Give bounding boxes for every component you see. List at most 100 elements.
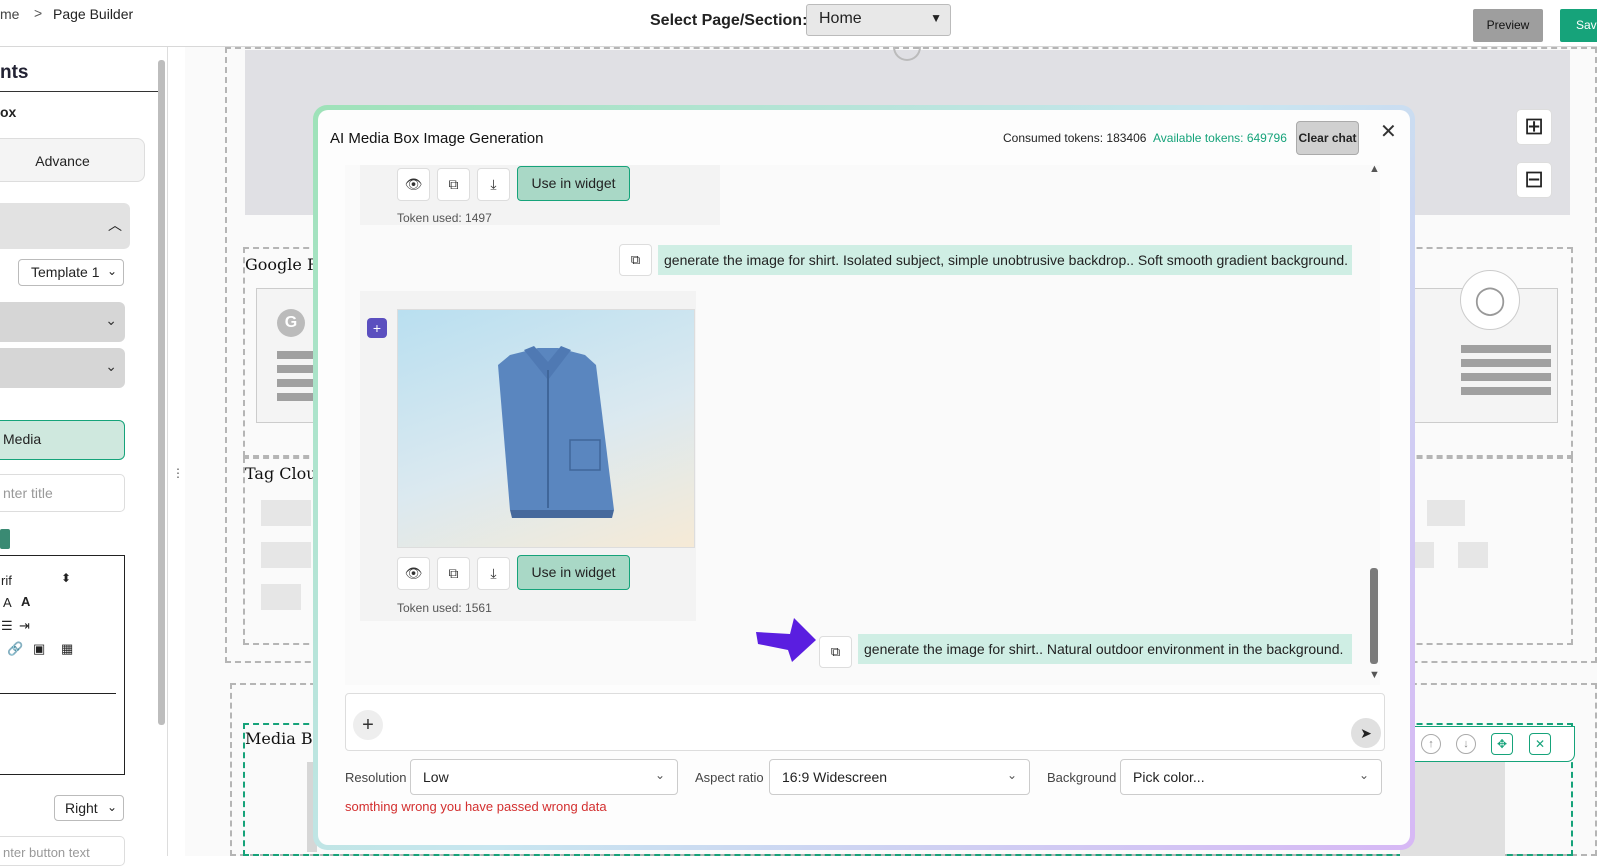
review-line — [1461, 345, 1551, 353]
highlight-icon[interactable]: A — [21, 594, 30, 609]
token-used-label: Token used: 1497 — [397, 211, 492, 225]
title-input[interactable]: nter title — [0, 474, 125, 512]
chevron-down-icon: ▼ — [930, 11, 942, 25]
font-select[interactable]: rif — [1, 573, 12, 588]
image-icon[interactable]: ▣ — [33, 641, 45, 657]
copy-message-button[interactable]: ⧉ — [819, 636, 852, 668]
download-icon[interactable]: ⤓ — [477, 557, 510, 590]
aspect-ratio-label: Aspect ratio — [695, 770, 764, 785]
list-icon[interactable]: ☰ — [1, 618, 13, 634]
panel-title: nts — [0, 62, 29, 83]
button-text-input[interactable]: nter button text — [0, 836, 125, 866]
resolution-select[interactable]: Low ⌄ — [410, 759, 678, 795]
left-panel-scrollbar[interactable] — [158, 60, 165, 725]
tag-placeholder — [1458, 542, 1488, 568]
panel-title-divider — [0, 91, 158, 92]
advance-tab[interactable]: Advance — [0, 138, 145, 182]
chat-scrollbar[interactable] — [1370, 568, 1378, 664]
copy-message-button[interactable]: ⧉ — [619, 244, 652, 276]
save-button[interactable]: Save — [1560, 9, 1597, 42]
breadcrumb-home[interactable]: me — [0, 6, 19, 22]
breadcrumb-page-builder: Page Builder — [53, 6, 134, 22]
review-line — [1461, 387, 1551, 395]
review-line — [1461, 373, 1551, 381]
blue-shirt-image — [498, 346, 614, 518]
chevron-down-icon: ⌄ — [1358, 768, 1369, 782]
chevron-down-icon: ⌄ — [106, 800, 117, 814]
select-page-label: Select Page/Section: — [650, 12, 808, 29]
aspect-ratio-value: 16:9 Widescreen — [782, 769, 888, 785]
available-tokens: Available tokens: 649796 — [1153, 131, 1287, 145]
review-line — [1461, 359, 1551, 367]
updown-icon[interactable]: ⬍ — [61, 571, 71, 585]
chevron-down-icon: ⌄ — [105, 312, 117, 328]
media-tab[interactable]: Media — [0, 420, 125, 460]
generated-image[interactable] — [397, 309, 695, 548]
background-label: Background — [1047, 770, 1117, 785]
send-icon[interactable]: ➤ — [1351, 718, 1381, 748]
chevron-up-icon: ︿ — [108, 217, 122, 233]
error-message: somthing wrong you have passed wrong dat… — [345, 799, 607, 814]
use-in-widget-button[interactable]: Use in widget — [517, 166, 630, 201]
ai-sparkle-icon: + — [367, 318, 387, 338]
copy-icon[interactable]: ⧉ — [437, 168, 470, 201]
resolution-value: Low — [423, 769, 449, 785]
tag-placeholder — [1427, 500, 1465, 526]
move-down-icon[interactable]: ↓ — [1456, 734, 1476, 754]
accordion-collapsed-1[interactable]: ⌄ — [0, 302, 125, 342]
link-icon[interactable]: 🔗 — [7, 641, 23, 657]
section-toolbar: ↑ ↓ ✥ ✕ — [1400, 726, 1575, 762]
clear-chat-button[interactable]: Clear chat — [1296, 121, 1359, 155]
use-in-widget-button[interactable]: Use in widget — [517, 555, 630, 590]
splitter-handle-icon[interactable]: ⋮ — [172, 466, 184, 480]
media-placeholder — [1400, 762, 1505, 856]
tag-placeholder — [261, 542, 311, 568]
accordion-header[interactable]: ︿ — [0, 203, 130, 249]
media-box-label: Media Bo — [245, 729, 323, 748]
ai-sparkle-icon[interactable] — [0, 529, 10, 549]
page-section-select[interactable]: Home ▼ — [806, 4, 951, 36]
background-color-select[interactable]: Pick color... ⌄ — [1120, 759, 1382, 795]
chat-input[interactable] — [345, 693, 1385, 751]
rich-text-editor[interactable]: rif ⬍ A A ☰ ⇥ 🔗 ▣ ▦ — [0, 555, 125, 775]
indent-icon[interactable]: ⇥ — [19, 618, 30, 634]
review-line — [277, 365, 313, 373]
video-icon[interactable]: ▦ — [61, 641, 73, 657]
panel-subtitle: ox — [0, 104, 17, 120]
copy-icon[interactable]: ⧉ — [437, 557, 470, 590]
align-select-value: Right — [65, 800, 98, 816]
preview-button[interactable]: Preview — [1473, 9, 1543, 42]
token-used-label: Token used: 1561 — [397, 601, 492, 615]
zoom-in-button[interactable]: ⊞ — [1516, 109, 1552, 145]
tag-placeholder — [261, 584, 301, 610]
top-bar: me > Page Builder Select Page/Section: H… — [0, 0, 1597, 47]
delete-icon[interactable]: ✕ — [1529, 733, 1551, 755]
drag-move-icon[interactable]: ✥ — [1491, 733, 1513, 755]
close-icon[interactable]: ✕ — [1380, 119, 1397, 144]
move-up-icon[interactable]: ↑ — [1421, 734, 1441, 754]
template-select-value: Template 1 — [31, 264, 100, 280]
zoom-out-button[interactable]: ⊟ — [1516, 162, 1552, 198]
background-value: Pick color... — [1133, 769, 1205, 785]
add-attachment-button[interactable]: + — [353, 710, 383, 740]
google-logo-icon: G — [277, 309, 305, 337]
chevron-down-icon: ⌄ — [654, 768, 665, 782]
avatar-placeholder-icon: ◯ — [1460, 270, 1520, 330]
editor-toolbar: rif ⬍ A A ☰ ⇥ 🔗 ▣ ▦ — [0, 556, 116, 694]
user-message: generate the image for shirt.. Natural o… — [858, 634, 1352, 664]
annotation-arrow-icon — [756, 618, 816, 662]
scroll-down-arrow-icon[interactable]: ▼ — [1369, 669, 1380, 681]
modal-title: AI Media Box Image Generation — [330, 130, 544, 147]
tag-placeholder — [261, 500, 311, 526]
view-eye-icon[interactable]: 👁 — [397, 168, 430, 201]
align-select[interactable]: Right ⌄ — [54, 795, 124, 821]
user-message: generate the image for shirt. Isolated s… — [658, 245, 1352, 275]
aspect-ratio-select[interactable]: 16:9 Widescreen ⌄ — [769, 759, 1030, 795]
scroll-up-arrow-icon[interactable]: ▲ — [1369, 163, 1380, 175]
template-select[interactable]: Template 1 ⌄ — [18, 259, 124, 286]
font-color-icon[interactable]: A — [3, 595, 12, 610]
download-icon[interactable]: ⤓ — [477, 168, 510, 201]
consumed-tokens: Consumed tokens: 183406 — [1003, 131, 1147, 145]
accordion-collapsed-2[interactable]: ⌄ — [0, 348, 125, 388]
view-eye-icon[interactable]: 👁 — [397, 557, 430, 590]
